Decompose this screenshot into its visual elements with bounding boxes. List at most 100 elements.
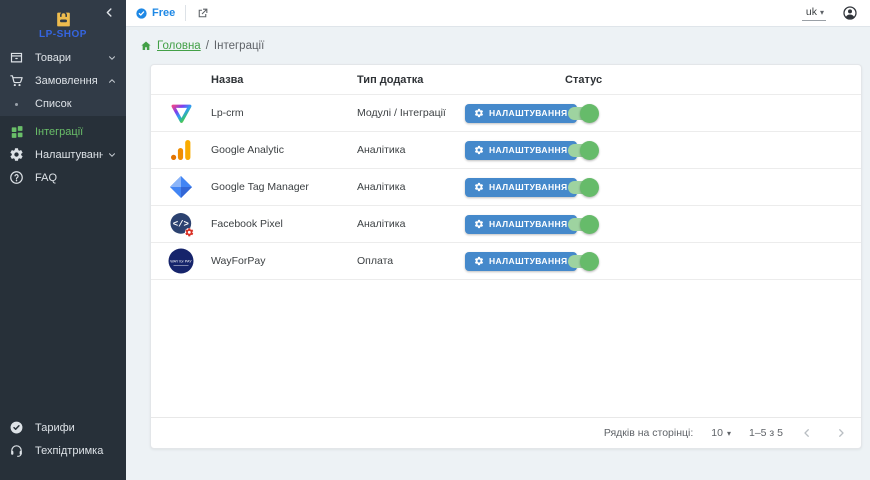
box-icon [9,50,24,65]
action-cell: НАЛАШТУВАННЯ [465,141,565,160]
sidebar-item-label: Налаштування [35,149,103,161]
breadcrumb: Головна / Інтеграції [140,37,862,55]
verified-badge-icon [135,7,148,20]
sidebar-item-tariffs[interactable]: Тарифи [0,416,126,439]
settings-button-label: НАЛАШТУВАННЯ [489,256,568,266]
chevron-down-icon [107,53,117,63]
main-content: Головна / Інтеграції Назва Тип додатка С… [126,27,870,480]
google-analytics-logo [151,138,211,162]
sidebar-item-faq[interactable]: FAQ [0,166,126,189]
chevron-down-icon [107,150,117,160]
settings-button[interactable]: НАЛАШТУВАННЯ [465,104,577,123]
action-cell: НАЛАШТУВАННЯ [465,215,565,234]
sidebar-subitem-list[interactable]: Список [0,92,126,116]
status-cell [565,144,861,157]
integrations-table-card: Назва Тип додатка Статус Lp-crm Модулі /… [150,64,862,449]
table-row: Google Analytic Аналітика НАЛАШТУВАННЯ [151,132,861,169]
table-row: Lp-crm Модулі / Інтеграції НАЛАШТУВАННЯ [151,95,861,132]
account-circle-icon[interactable] [842,5,858,21]
facebook-pixel-logo [151,211,211,238]
caret-down-icon: ▾ [820,8,824,17]
wayforpay-logo [151,246,211,276]
status-cell [565,107,861,120]
integration-name: Facebook Pixel [211,218,357,230]
settings-button[interactable]: НАЛАШТУВАННЯ [465,178,577,197]
gear-icon [474,256,484,266]
lp-shop-bag-icon [54,9,73,28]
sidebar-item-products[interactable]: Товари [0,46,126,69]
breadcrumb-home-link[interactable]: Головна [157,40,201,52]
sidebar-item-support[interactable]: Техпідтримка [0,439,126,462]
seal-check-icon [9,420,24,435]
integration-name: WayForPay [211,255,357,267]
rows-per-page-select[interactable]: 10 ▾ [711,427,731,439]
logo-text: LP-SHOP [39,29,87,40]
gear-icon [474,219,484,229]
language-value: uk [806,6,817,18]
column-header-type: Тип додатка [357,74,565,86]
status-cell [565,181,861,194]
status-toggle[interactable] [568,107,597,120]
status-toggle[interactable] [568,218,597,231]
settings-button[interactable]: НАЛАШТУВАННЯ [465,252,577,271]
sidebar-item-label: Інтеграції [35,126,117,138]
integration-name: Lp-crm [211,107,357,119]
sidebar-item-label: Список [35,98,117,110]
integration-type: Аналітика [357,144,465,156]
status-toggle[interactable] [568,181,597,194]
open-in-new-icon[interactable] [196,7,209,20]
gear-icon [474,145,484,155]
sidebar-item-label: Техпідтримка [35,445,117,457]
pagination-range: 1–5 з 5 [749,427,783,439]
action-cell: НАЛАШТУВАННЯ [465,104,565,123]
settings-button-label: НАЛАШТУВАННЯ [489,182,568,192]
topbar: Free uk ▾ [126,0,870,27]
plan-label: Free [152,7,175,19]
gear-icon [474,108,484,118]
settings-button[interactable]: НАЛАШТУВАННЯ [465,141,577,160]
status-toggle[interactable] [568,255,597,268]
settings-button-label: НАЛАШТУВАННЯ [489,145,568,155]
home-icon[interactable] [140,40,152,52]
sidebar-collapse-button[interactable] [103,6,116,19]
settings-button-label: НАЛАШТУВАННЯ [489,219,568,229]
settings-button[interactable]: НАЛАШТУВАННЯ [465,215,577,234]
headset-icon [9,443,24,458]
column-header-name: Назва [211,74,357,86]
breadcrumb-current: Інтеграції [214,40,264,52]
caret-down-icon: ▾ [727,429,731,438]
previous-page-button[interactable] [801,427,813,439]
integration-type: Аналітика [357,218,465,230]
plan-badge[interactable]: Free [135,7,175,20]
apps-icon [9,124,24,139]
next-page-button[interactable] [835,427,847,439]
status-cell [565,255,861,268]
app-window: LP-SHOP Товари Замовлення Список Інт [0,0,870,480]
sidebar-item-label: Замовлення [35,75,103,87]
integration-name: Google Analytic [211,144,357,156]
table-row: Facebook Pixel Аналітика НАЛАШТУВАННЯ [151,206,861,243]
sidebar-item-settings[interactable]: Налаштування [0,143,126,166]
cart-icon [9,73,24,88]
sidebar-item-integrations[interactable]: Інтеграції [0,120,126,143]
table-empty-space [151,280,861,417]
settings-button-label: НАЛАШТУВАННЯ [489,108,568,118]
integration-type: Аналітика [357,181,465,193]
action-cell: НАЛАШТУВАННЯ [465,178,565,197]
language-select[interactable]: uk ▾ [802,5,826,21]
gear-icon [474,182,484,192]
gear-icon [9,147,24,162]
sidebar-item-orders[interactable]: Замовлення [0,69,126,92]
status-toggle[interactable] [568,144,597,157]
breadcrumb-separator: / [206,40,209,52]
chevron-up-icon [107,76,117,86]
integration-type: Модулі / Інтеграції [357,107,465,119]
sidebar-item-label: FAQ [35,172,117,184]
help-icon [9,170,24,185]
column-header-status: Статус [565,74,861,86]
sidebar: LP-SHOP Товари Замовлення Список Інт [0,0,126,480]
integration-name: Google Tag Manager [211,181,357,193]
lpcrm-logo [151,101,211,126]
rows-per-page-label: Рядків на сторінці: [604,427,693,439]
sidebar-header: LP-SHOP [0,0,126,46]
